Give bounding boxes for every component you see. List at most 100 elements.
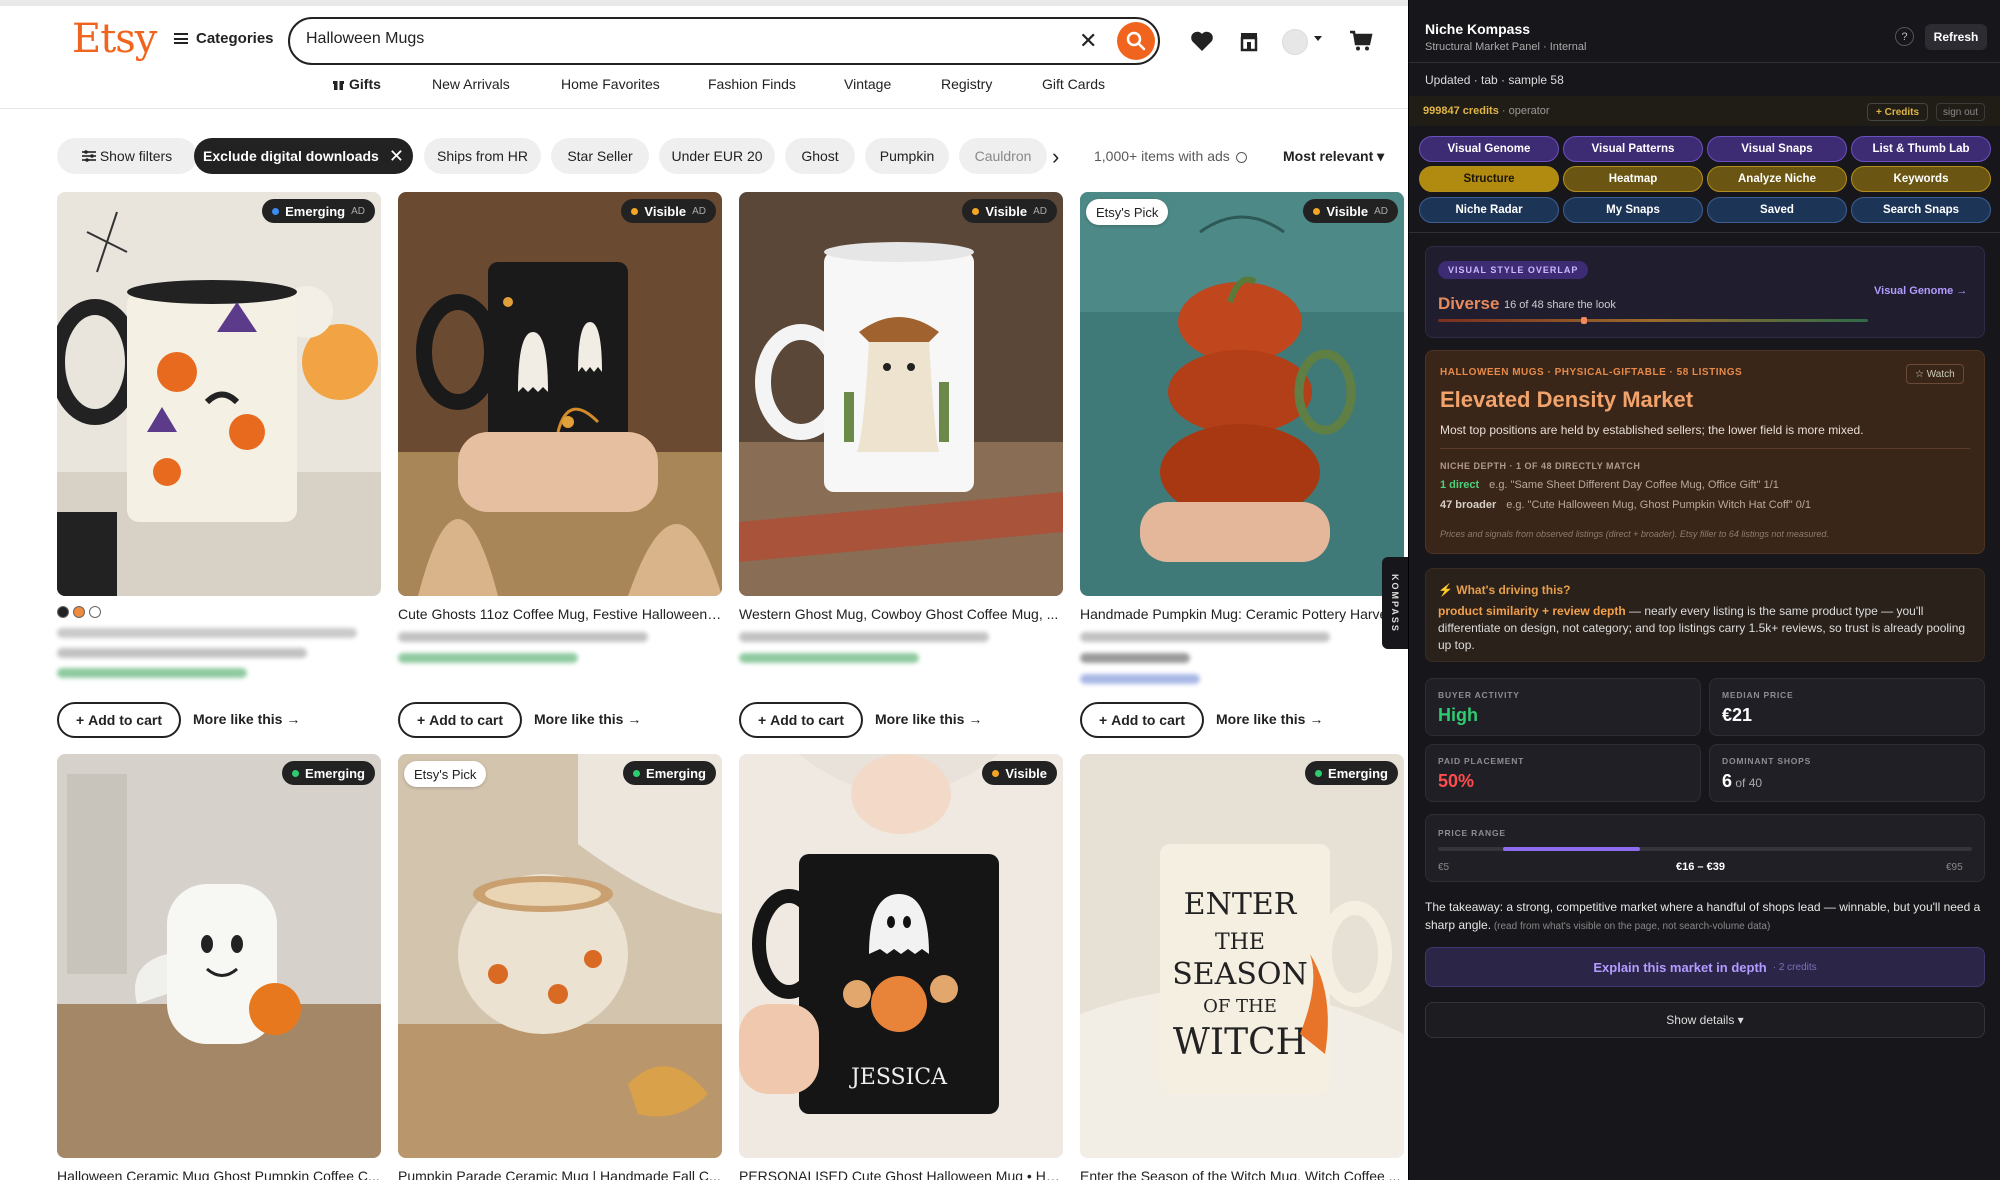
more-like-this-label: More like this [534,711,624,727]
nav-new-arrivals[interactable]: New Arrivals [432,76,510,92]
visual-genome-link[interactable]: Visual Genome → [1874,285,1967,297]
listing-image[interactable]: JESSICA Visible [739,754,1063,1158]
info-icon[interactable] [1235,151,1247,163]
more-like-this-link[interactable]: More like this → [1216,711,1323,727]
explain-market-button[interactable]: Explain this market in depth · 2 credits [1425,947,1985,987]
add-to-cart-button[interactable]: + Add to cart [1080,702,1204,738]
chip-under-eur-20[interactable]: Under EUR 20 [659,138,775,174]
tool-list-thumb-lab[interactable]: List & Thumb Lab [1851,136,1991,162]
chip-ghost[interactable]: Ghost [785,138,855,174]
clear-search-icon[interactable]: ✕ [1079,28,1097,54]
ad-label: AD [1033,205,1047,217]
chevron-down-icon[interactable] [1314,36,1322,41]
market-summary-card: HALLOWEEN MUGS · PHYSICAL-GIFTABLE · 58 … [1425,350,1985,554]
add-to-cart-label: Add to cart [429,712,503,728]
add-to-cart-button[interactable]: + Add to cart [739,702,863,738]
tool-structure[interactable]: Structure [1419,166,1559,192]
tool-my-snaps[interactable]: My Snaps [1563,197,1703,223]
color-swatches[interactable] [57,606,101,618]
nav-vintage[interactable]: Vintage [844,76,891,92]
listing-title[interactable]: Halloween Ceramic Mug Ghost Pumpkin Coff… [57,1168,381,1180]
etsy-logo[interactable]: Etsy [72,16,157,62]
takeaway-note: (read from what's visible on the page, n… [1491,921,1771,932]
add-to-cart-button[interactable]: + Add to cart [57,702,181,738]
tool-niche-radar[interactable]: Niche Radar [1419,197,1559,223]
tool-visual-genome[interactable]: Visual Genome [1419,136,1559,162]
exclude-digital-chip[interactable]: Exclude digital downloads ✕ [194,138,413,174]
tool-analyze-niche[interactable]: Analyze Niche [1707,166,1847,192]
etsy-page: Etsy Categories ✕ Gifts New Arrivals Hom… [0,0,1408,1180]
dominant-shops-stat: DOMINANT SHOPS 6 of 40 [1709,744,1985,802]
tool-heatmap[interactable]: Heatmap [1563,166,1703,192]
badge-label: Emerging [646,765,706,781]
chip-cauldron[interactable]: Cauldron [959,138,1047,174]
overlap-marker [1581,317,1588,324]
menu-icon [174,33,188,44]
tool-saved[interactable]: Saved [1707,197,1847,223]
show-details-button[interactable]: Show details ▾ [1425,1002,1985,1038]
tool-visual-patterns[interactable]: Visual Patterns [1563,136,1703,162]
badge-label: Emerging [285,203,346,219]
svg-text:SEASON: SEASON [1172,957,1308,992]
nav-home-favorites[interactable]: Home Favorites [561,76,660,92]
chip-pumpkin[interactable]: Pumpkin [865,138,949,174]
etsys-pick-badge: Etsy's Pick [404,761,487,787]
listing-title[interactable]: Pumpkin Parade Ceramic Mug | Handmade Fa… [398,1168,722,1180]
listing-title[interactable]: PERSONALISED Cute Ghost Halloween Mug • … [739,1168,1063,1180]
listing-title[interactable]: Western Ghost Mug, Cowboy Ghost Coffee M… [739,606,1063,622]
listing-title[interactable]: Handmade Pumpkin Mug: Ceramic Pottery Ha… [1080,606,1404,622]
refresh-button[interactable]: Refresh [1925,24,1987,50]
remove-filter-icon[interactable]: ✕ [389,146,404,167]
search-button[interactable] [1117,22,1155,60]
favorites-heart-icon[interactable] [1189,28,1215,54]
kompass-panel-tab[interactable]: KOMPASS [1382,557,1408,649]
gift-shop-icon[interactable] [1236,28,1262,54]
stat-label: BUYER ACTIVITY [1438,690,1520,700]
chip-ships-from-hr[interactable]: Ships from HR [424,138,541,174]
median-price-stat: MEDIAN PRICE €21 [1709,678,1985,736]
more-like-this-link[interactable]: More like this → [534,711,641,727]
whats-driving-card: ⚡ What's driving this? product similarit… [1425,568,1985,662]
listing-image[interactable]: ENTER THE SEASON OF THE WITCH Emerging [1080,754,1404,1158]
sign-out-button[interactable]: sign out [1936,103,1986,121]
categories-button[interactable]: Categories [174,30,274,47]
listing-title[interactable]: Cute Ghosts 11oz Coffee Mug, Festive Hal… [398,606,722,622]
listing-image[interactable]: Emerging AD [57,192,381,596]
nav-fashion-finds[interactable]: Fashion Finds [708,76,796,92]
cart-icon[interactable] [1348,28,1374,54]
listing-image[interactable]: Etsy's Pick Emerging [398,754,722,1158]
blurred-price [1080,653,1190,663]
nav-registry[interactable]: Registry [941,76,992,92]
chevron-right-icon[interactable]: › [1052,144,1059,170]
tool-visual-snaps[interactable]: Visual Snaps [1707,136,1847,162]
tool-search-snaps[interactable]: Search Snaps [1851,197,1991,223]
sort-dropdown[interactable]: Most relevant ▾ [1283,148,1384,165]
listing-image[interactable]: Etsy's Pick Visible AD [1080,192,1404,596]
status-badge: Visible AD [962,199,1057,223]
add-to-cart-button[interactable]: + Add to cart [398,702,522,738]
stat-value: High [1438,705,1478,725]
chip-star-seller[interactable]: Star Seller [551,138,649,174]
credits-amount: 999847 credits [1423,105,1499,117]
account-avatar[interactable] [1282,29,1308,55]
watch-button[interactable]: ☆ Watch [1906,364,1964,384]
add-credits-button[interactable]: + Credits [1867,103,1929,121]
show-filters-button[interactable]: Show filters [57,138,197,174]
nav-gift-cards[interactable]: Gift Cards [1042,76,1105,92]
listing-image[interactable]: Visible AD [398,192,722,596]
more-like-this-link[interactable]: More like this → [193,711,300,727]
overlap-tag: VISUAL STYLE OVERLAP [1438,261,1589,279]
visual-style-overlap-card: VISUAL STYLE OVERLAP Diverse 16 of 48 sh… [1425,246,1985,338]
listing-title[interactable]: Enter the Season of the Witch Mug, Witch… [1080,1168,1404,1180]
listing-image[interactable]: Emerging [57,754,381,1158]
help-icon[interactable]: ? [1895,27,1914,46]
listing-image[interactable]: Visible AD [739,192,1063,596]
sort-label: Most relevant [1283,148,1374,164]
more-like-this-link[interactable]: More like this → [875,711,982,727]
credits-bar: 999847 credits · operator + Credits sign… [1409,96,2000,126]
badge-label: Emerging [305,765,365,781]
nav-gifts[interactable]: Gifts [332,76,381,92]
search-input[interactable] [306,30,1006,48]
broader-count: 47 broader [1440,499,1497,511]
tool-keywords[interactable]: Keywords [1851,166,1991,192]
